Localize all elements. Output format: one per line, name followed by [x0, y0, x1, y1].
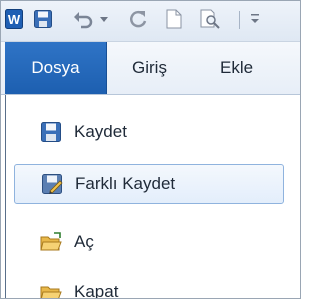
- tab-insert[interactable]: Ekle: [220, 42, 253, 94]
- menu-item-label: Kapat: [74, 282, 119, 299]
- menu-item-save[interactable]: Kaydet: [14, 113, 282, 151]
- tab-file[interactable]: Dosya: [5, 42, 107, 94]
- ribbon-tabs: Dosya Giriş Ekle: [1, 42, 300, 95]
- menu-item-open[interactable]: Aç: [14, 223, 282, 261]
- save-icon: [41, 122, 61, 142]
- word-window: W Dosya Giriş Ekle Kaydet Farklı Kaydet …: [0, 0, 301, 299]
- menu-item-save-as[interactable]: Farklı Kaydet: [14, 164, 284, 204]
- tab-home[interactable]: Giriş: [132, 42, 167, 94]
- menu-item-label: Kaydet: [74, 122, 127, 141]
- backstage-menu: Kaydet Farklı Kaydet Aç Kapat: [5, 95, 300, 299]
- toolbar-separator: [239, 11, 240, 29]
- open-folder-icon: [40, 232, 62, 251]
- menu-item-label: Farklı Kaydet: [75, 174, 176, 193]
- menu-item-label: Aç: [74, 232, 94, 251]
- dropdown-arrow-icon[interactable]: [99, 9, 109, 29]
- undo-icon[interactable]: [73, 9, 93, 29]
- print-preview-icon[interactable]: [199, 9, 221, 29]
- customize-quick-access-icon[interactable]: [249, 9, 261, 29]
- close-folder-icon: [40, 286, 62, 298]
- quick-access-toolbar: W: [1, 1, 300, 42]
- save-as-icon: [42, 174, 63, 194]
- new-document-icon[interactable]: [165, 9, 183, 29]
- redo-icon[interactable]: [129, 9, 149, 29]
- svg-text:W: W: [8, 12, 21, 27]
- save-icon[interactable]: [33, 9, 53, 29]
- word-logo-icon[interactable]: W: [5, 9, 23, 29]
- menu-item-close[interactable]: Kapat: [14, 273, 282, 299]
